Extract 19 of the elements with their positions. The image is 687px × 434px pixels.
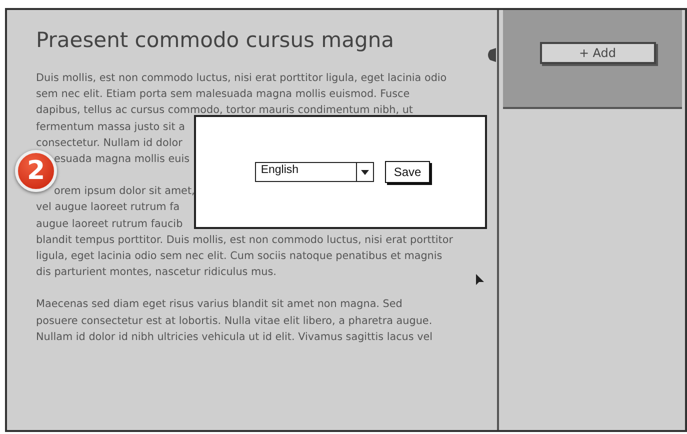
splitter-handle-icon[interactable] — [486, 48, 496, 62]
text-line: augue laoreet rutrum faucib — [36, 216, 183, 232]
language-select[interactable]: English — [254, 162, 374, 182]
text-line: sem nec elit. Etiam porta sem malesuada magna mollis euismod. Fusce — [36, 87, 410, 102]
text-line: blandit tempus porttitor. Duis mollis, est non commodo luctus, nisi erat porttitor — [36, 232, 453, 248]
text-line: Nullam id dolor id nibh ultricies vehicula ut id elit. Vivamus sagittis lacus vel — [36, 330, 433, 345]
text-line: dapibus, tellus ac cursus commodo, tortor mauris condimentum nibh, ut — [36, 103, 413, 118]
cursor-icon — [475, 273, 485, 287]
save-button[interactable]: Save — [384, 161, 430, 183]
text-line: consectetur. Nullam id dolor — [36, 136, 182, 151]
text-line: ligula, eget lacinia odio sem nec elit. Cum sociis natoque penatibus et magnis — [36, 249, 442, 264]
text-line: fermentum massa justo sit a — [36, 120, 185, 135]
text-line: Maecenas sed diam eget risus varius blandit sit amet non magna. Sed — [36, 297, 402, 312]
text-line: Duis mollis, est non commodo luctus, nisi erat porttitor ligula, eget lacinia odio — [36, 71, 447, 86]
add-button[interactable]: + Add — [540, 42, 656, 64]
page-heading: Praesent commodo cursus magna — [36, 28, 395, 52]
text-line: posuere consectetur est at lobortis. Nulla vitae elit libero, a pharetra augue. — [36, 314, 432, 329]
text-line: dis parturient montes, nascetur ridiculus mus. — [36, 265, 276, 280]
text-line: vel augue laoreet rutrum fa — [36, 200, 180, 216]
